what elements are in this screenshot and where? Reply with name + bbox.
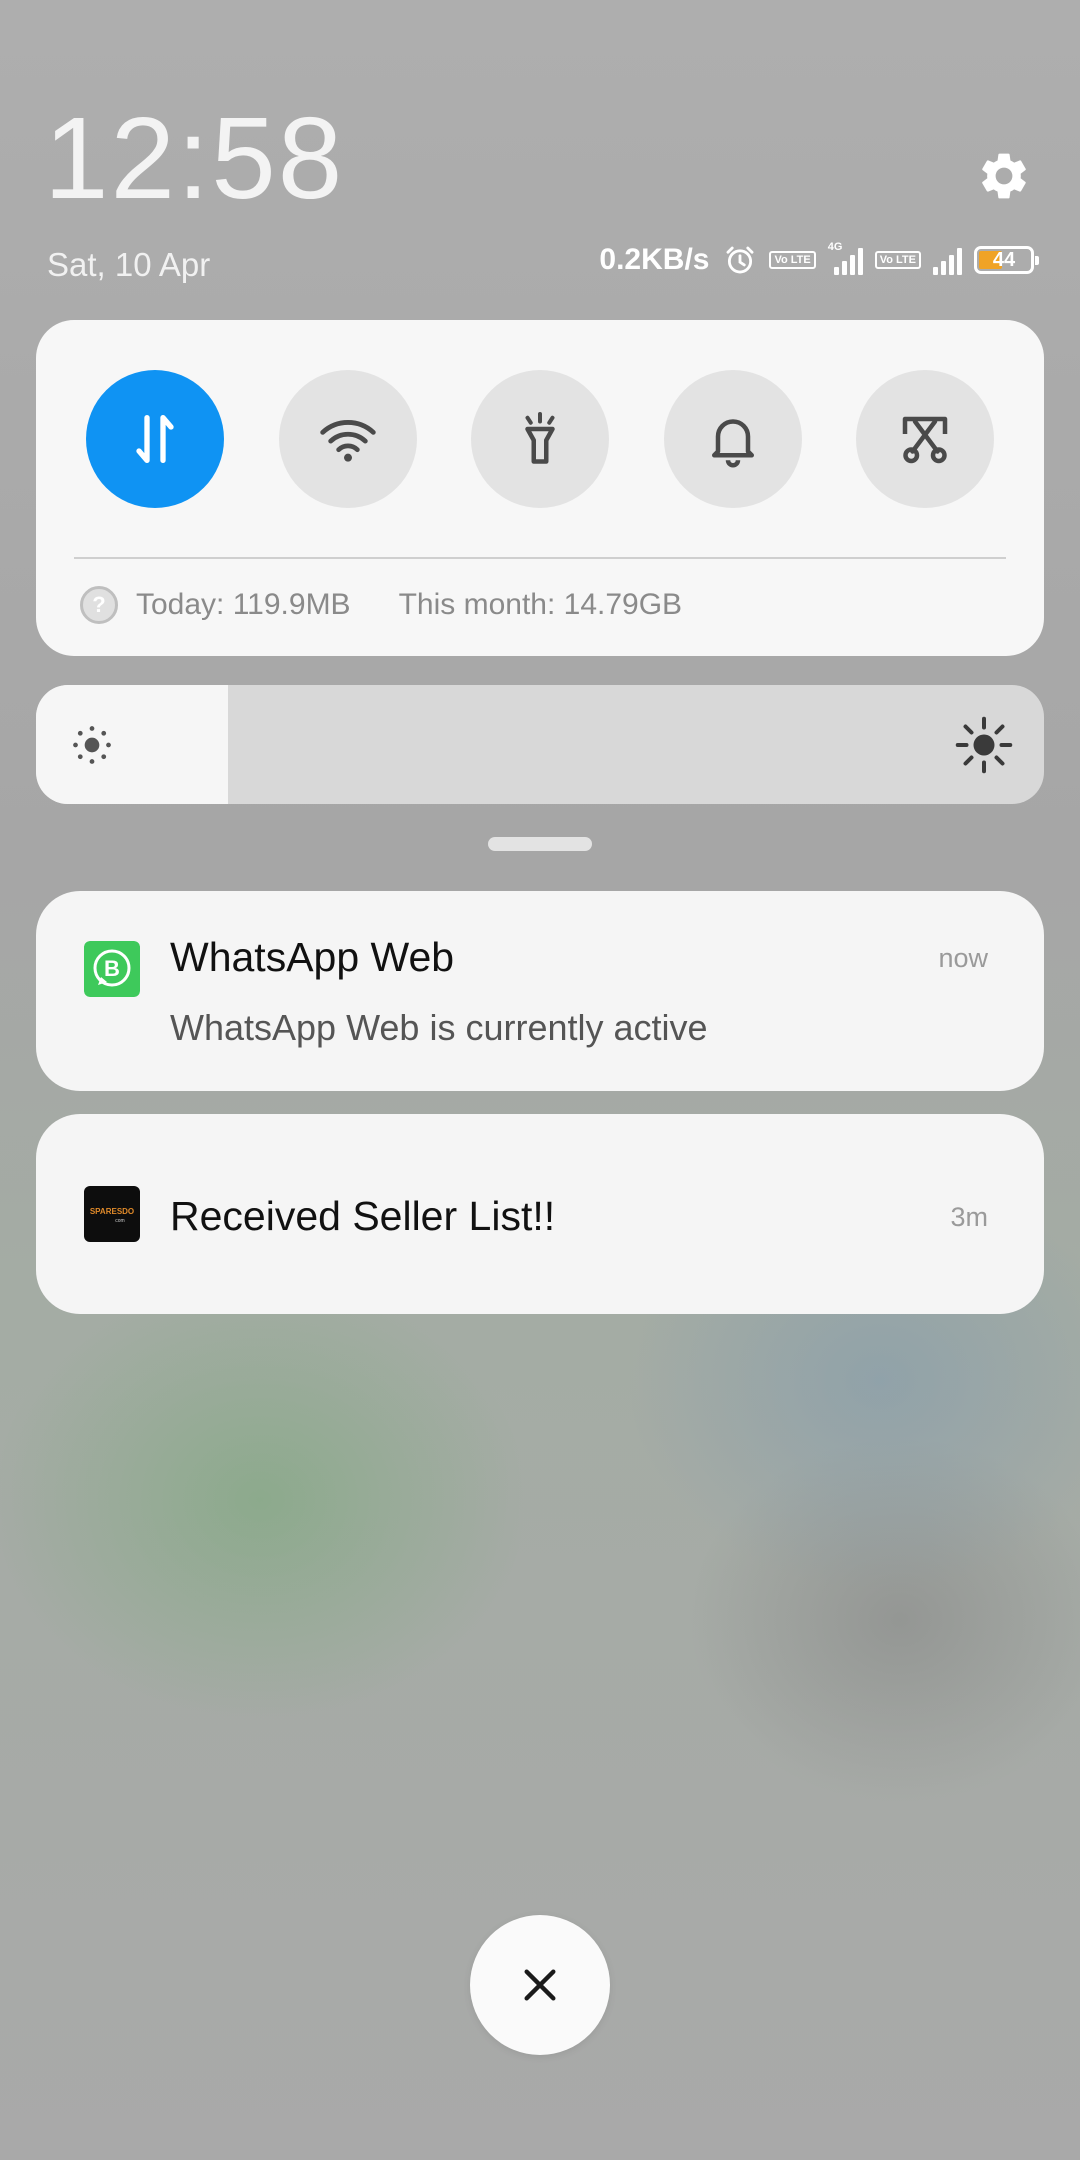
bell-icon [712, 419, 754, 468]
brightness-low-icon [73, 726, 111, 764]
toggle-mobile-data[interactable] [86, 370, 224, 508]
volte-icon: Vo LTE [769, 251, 816, 269]
data-arrows-icon [136, 415, 174, 463]
svg-text:B: B [104, 956, 120, 981]
divider [74, 557, 1006, 559]
battery-level: 44 [992, 248, 1016, 271]
close-icon [524, 1969, 556, 2001]
notification-title: Received Seller List!! [170, 1193, 556, 1239]
toggle-wifi[interactable] [279, 370, 417, 508]
notification-whatsapp[interactable]: B WhatsApp Web now WhatsApp Web is curre… [36, 891, 1044, 1091]
brightness-fill [36, 685, 228, 804]
help-icon[interactable]: ? [80, 586, 118, 624]
clock: 12:58 [44, 93, 345, 223]
battery-icon: 44 [974, 246, 1039, 274]
quick-settings-panel: ? Today: 119.9MB This month: 14.79GB [36, 320, 1044, 656]
date: Sat, 10 Apr [47, 246, 211, 283]
sparesdo-logo-icon: SPARESDO com [84, 1186, 140, 1242]
svg-text:SPARESDO: SPARESDO [90, 1207, 134, 1216]
notification-time: 3m [950, 1202, 988, 1232]
brightness-high-icon [955, 716, 1013, 774]
signal-icon [933, 245, 962, 275]
network-speed: 0.2KB/s [599, 243, 710, 276]
whatsapp-business-icon: B [84, 941, 140, 997]
usage-month: This month: 14.79GB [398, 588, 683, 621]
gear-icon[interactable] [976, 148, 1032, 204]
drag-handle[interactable] [488, 837, 592, 851]
notification-time: now [938, 943, 988, 973]
scissors-icon [902, 416, 948, 464]
data-usage: ? Today: 119.9MB This month: 14.79GB [80, 586, 682, 624]
notification-sparesdo[interactable]: SPARESDO com Received Seller List!! 3m [36, 1114, 1044, 1314]
toggle-flashlight[interactable] [471, 370, 609, 508]
flashlight-icon [525, 412, 555, 464]
notification-title: WhatsApp Web [170, 934, 455, 980]
usage-today: Today: 119.9MB [136, 588, 351, 621]
status-bar: 0.2KB/s Vo LTE 4G Vo LTE 44 [599, 241, 1039, 277]
notification-text: WhatsApp Web is currently active [170, 1007, 708, 1048]
svg-text:com: com [115, 1218, 124, 1224]
volte-icon: Vo LTE [874, 251, 921, 269]
signal-4g-icon: 4G [828, 241, 863, 275]
alarm-icon [727, 246, 754, 274]
toggle-screenshot[interactable] [856, 370, 994, 508]
brightness-slider[interactable] [36, 685, 1044, 804]
toggle-sound[interactable] [664, 370, 802, 508]
wifi-icon [320, 420, 376, 462]
clear-notifications-button[interactable] [470, 1915, 610, 2055]
network-type: 4G [827, 241, 843, 253]
